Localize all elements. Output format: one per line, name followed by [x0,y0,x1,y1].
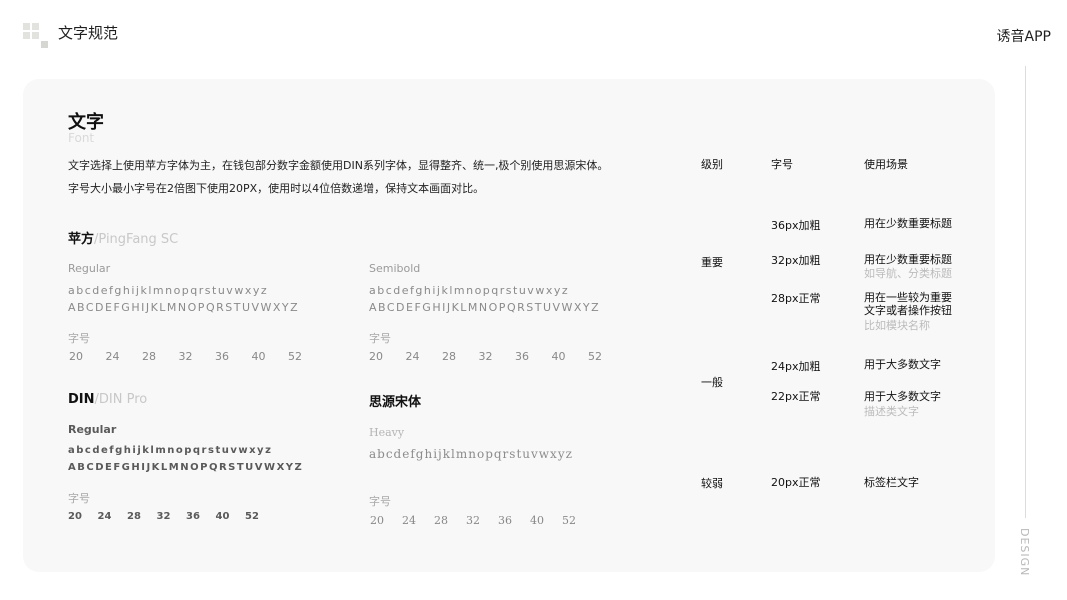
weight-label-semibold: Semibold [369,262,421,275]
size-value: 28 [127,511,141,522]
row-note: 比如模块名称 [864,319,930,332]
font-name-din-label: DIN [68,392,95,407]
table-header-level: 级别 [701,158,723,171]
specimen-uppercase: ABCDEFGHIJKLMNOPQRSTUVWXYZ [68,462,304,473]
side-divider [1025,66,1026,518]
row-usage: 用于大多数文字 [864,358,941,371]
description-line-2: 字号大小最小字号在2倍图下使用20PX，使用时以4位倍数递增，保持文本画面对比。 [68,182,485,195]
page-title: 文字规范 [58,24,119,42]
level-important: 重要 [701,256,723,269]
row-usage: 用于大多数文字 [864,390,941,403]
size-value: 20 [69,350,83,363]
row-usage: 用在少数重要标题 [864,217,952,230]
weight-label-heavy: Heavy [369,426,405,439]
size-label: 字号 [68,332,90,345]
specimen-uppercase: ABCDEFGHIJKLMNOPQRSTUVWXYZ [369,301,601,314]
size-value: 40 [530,514,544,527]
size-label: 字号 [68,492,90,505]
row-size: 32px加粗 [771,254,821,267]
font-name-pingfang-en: /PingFang SC [94,232,179,247]
size-value: 40 [551,350,566,363]
size-scale-pingfang-semibold: 20 24 28 32 36 40 52 [369,350,625,363]
content-card [23,79,995,572]
size-scale-siyuan: 20 24 28 32 36 40 52 [370,514,594,527]
row-size: 24px加粗 [771,360,821,373]
brand-logo-icon [23,23,49,49]
section-subtitle: Font [68,131,95,145]
size-value: 52 [288,350,302,363]
description-line-1: 文字选择上使用苹方字体为主，在钱包部分数字金额使用DIN系列字体，显得整齐、统一… [68,159,609,172]
table-header-size: 字号 [771,158,793,171]
size-value: 36 [515,350,529,363]
font-name-din-alt: /DIN Pro [94,392,148,407]
size-value: 24 [97,511,112,522]
size-value: 20 [68,511,82,522]
size-label: 字号 [369,332,391,345]
size-value: 32 [156,511,171,522]
font-name-siyuan: 思源宋体 [369,395,422,410]
specimen-lowercase: abcdefghijklmnopqrstuvwxyz [68,284,269,297]
size-value: 52 [588,350,602,363]
size-value: 24 [405,350,420,363]
size-value: 24 [402,514,416,527]
size-value: 36 [215,350,229,363]
level-weak: 较弱 [701,477,723,490]
level-normal: 一般 [701,376,723,389]
size-value: 20 [370,514,384,527]
table-header-usage: 使用场景 [864,158,908,171]
size-value: 36 [498,514,512,527]
row-note: 如导航、分类标题 [864,267,952,280]
size-scale-pingfang: 20 24 28 32 36 40 52 [69,350,325,363]
size-value: 28 [142,350,156,363]
font-name-pingfang-cn: 苹方 [68,232,95,247]
size-value: 28 [442,350,456,363]
size-value: 20 [369,350,383,363]
font-name-din: DIN/DIN Pro [68,392,147,407]
specimen-lowercase: abcdefghijklmnopqrstuvwxyz [68,445,273,456]
font-name-pingfang: 苹方/PingFang SC [68,228,178,247]
size-value: 32 [478,350,493,363]
size-value: 40 [251,350,266,363]
size-scale-din: 20 24 28 32 36 40 52 [68,511,275,522]
specimen-lowercase: abcdefghijklmnopqrstuvwxyz [369,447,573,461]
weight-label-regular: Regular [68,262,111,275]
row-usage-line-2: 文字或者操作按钮 [864,304,952,317]
weight-label-din-regular: Regular [68,423,117,436]
row-note: 描述类文字 [864,405,919,418]
size-value: 52 [245,511,259,522]
size-value: 32 [466,514,480,527]
row-usage: 标签栏文字 [864,476,919,489]
row-size: 28px正常 [771,292,821,305]
row-size: 22px正常 [771,390,821,403]
size-value: 36 [186,511,200,522]
size-value: 32 [178,350,193,363]
size-value: 52 [562,514,576,527]
size-value: 28 [434,514,448,527]
design-label: DESIGN [1018,528,1031,577]
row-size: 36px加粗 [771,219,821,232]
app-name: 诱音APP [996,29,1051,45]
size-label: 字号 [369,495,391,508]
size-value: 40 [215,511,230,522]
row-size: 20px正常 [771,476,821,489]
specimen-uppercase: ABCDEFGHIJKLMNOPQRSTUVWXYZ [68,301,300,314]
size-value: 24 [105,350,120,363]
specimen-lowercase: abcdefghijklmnopqrstuvwxyz [369,284,570,297]
